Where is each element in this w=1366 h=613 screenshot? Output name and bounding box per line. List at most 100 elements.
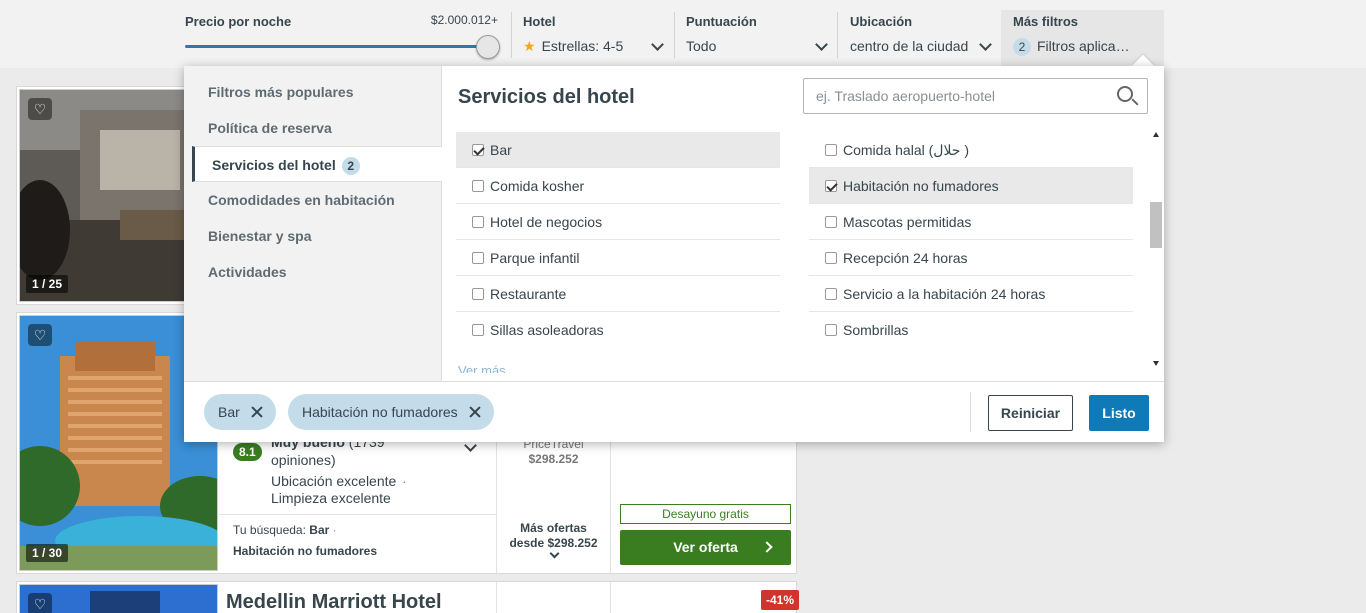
checkbox[interactable] bbox=[825, 324, 837, 336]
sidebar-item-activities[interactable]: Actividades bbox=[184, 254, 442, 290]
rating-filter-dropdown[interactable]: Puntuación Todo bbox=[686, 10, 828, 66]
review-count-suffix: opiniones) bbox=[271, 452, 336, 468]
rating-filter-label: Puntuación bbox=[686, 14, 757, 29]
checkbox[interactable] bbox=[825, 180, 837, 192]
sidebar-item-booking-policy[interactable]: Política de reserva bbox=[184, 110, 442, 146]
option-parasols[interactable]: Sombrillas bbox=[809, 312, 1133, 348]
chevron-down-icon bbox=[979, 38, 992, 51]
discount-badge: -41% bbox=[761, 590, 800, 610]
checkbox[interactable] bbox=[472, 180, 484, 192]
reset-button[interactable]: Reiniciar bbox=[988, 395, 1073, 431]
more-offers-link[interactable]: Más ofertas bbox=[497, 521, 610, 535]
popover-title: Servicios del hotel bbox=[458, 86, 635, 108]
sidebar-item-hotel-services[interactable]: Servicios del hotel 2 bbox=[192, 146, 442, 182]
price-max-value: $2.000.012+ bbox=[430, 13, 498, 27]
hotel-filter-label: Hotel bbox=[523, 14, 556, 29]
divider bbox=[837, 12, 838, 58]
option-restaurant[interactable]: Restaurante bbox=[456, 276, 780, 312]
sidebar-item-popular[interactable]: Filtros más populares bbox=[184, 74, 442, 110]
option-halal[interactable]: Comida halal (حلال ) bbox=[809, 132, 1133, 168]
more-filters-count-badge: 2 bbox=[1013, 38, 1031, 56]
favorite-heart-icon[interactable]: ♡ bbox=[28, 98, 52, 120]
filter-bar: Precio por noche $2.000.012+ Hotel ★ Estr… bbox=[0, 0, 1366, 68]
hotel-card: ♡ Medellin Marriott Hotel -41% bbox=[16, 581, 800, 613]
price-slider-handle[interactable] bbox=[476, 35, 500, 59]
view-deal-button[interactable]: Ver oferta bbox=[620, 530, 791, 565]
hotel-photo[interactable]: ♡ bbox=[19, 584, 218, 613]
breakfast-badge: Desayuno gratis bbox=[620, 504, 791, 524]
scroll-down-arrow-icon[interactable] bbox=[1153, 361, 1159, 366]
option-24h-reception[interactable]: Recepción 24 horas bbox=[809, 240, 1133, 276]
option-pets-allowed[interactable]: Mascotas permitidas bbox=[809, 204, 1133, 240]
popover-footer: Bar Habitación no fumadores Reiniciar Li… bbox=[184, 381, 1164, 442]
sidebar-count-badge: 2 bbox=[341, 157, 360, 175]
search-icon[interactable] bbox=[1117, 86, 1133, 102]
divider bbox=[674, 12, 675, 58]
checkbox[interactable] bbox=[472, 324, 484, 336]
done-button[interactable]: Listo bbox=[1089, 395, 1149, 431]
price-filter: Precio por noche $2.000.012+ bbox=[185, 10, 500, 66]
divider bbox=[511, 12, 512, 58]
option-kosher[interactable]: Comida kosher bbox=[456, 168, 780, 204]
checkbox[interactable] bbox=[825, 252, 837, 264]
provider-price: $298.252 bbox=[528, 452, 579, 466]
more-filters-value: Filtros aplica… bbox=[1037, 38, 1130, 54]
more-filters-popover: Filtros más populares Política de reserv… bbox=[184, 66, 1164, 442]
hotel-filter-value: Estrellas: 4-5 bbox=[541, 38, 624, 54]
chevron-down-icon bbox=[815, 38, 828, 51]
checkbox[interactable] bbox=[825, 144, 837, 156]
star-icon: ★ bbox=[523, 38, 536, 54]
favorite-heart-icon[interactable]: ♡ bbox=[28, 593, 52, 613]
close-icon[interactable] bbox=[468, 405, 482, 419]
sidebar-item-wellness-spa[interactable]: Bienestar y spa bbox=[184, 218, 442, 254]
chevron-down-icon[interactable] bbox=[549, 548, 560, 559]
services-column-1: Bar Comida kosher Hotel de negocios Parq… bbox=[456, 132, 780, 348]
checkbox[interactable] bbox=[472, 288, 484, 300]
active-filter-chip: Bar bbox=[204, 394, 276, 430]
search-term: Habitación no fumadores bbox=[233, 544, 378, 558]
divider bbox=[970, 392, 971, 432]
hotel-name[interactable]: Medellin Marriott Hotel bbox=[226, 591, 442, 613]
sidebar-item-room-amenities[interactable]: Comodidades en habitación bbox=[184, 182, 442, 218]
search-term: Bar bbox=[309, 523, 330, 537]
services-column-2: Comida halal (حلال ) Habitación no fumad… bbox=[809, 132, 1133, 348]
image-counter: 1 / 30 bbox=[26, 544, 69, 562]
highlight-item: Ubicación excelente bbox=[271, 473, 397, 489]
bullet-separator: · bbox=[402, 473, 407, 489]
price-slider-track[interactable] bbox=[185, 45, 490, 48]
favorite-heart-icon[interactable]: ♡ bbox=[28, 324, 52, 346]
location-filter-dropdown[interactable]: Ubicación centro de la ciudad bbox=[850, 10, 992, 66]
checkbox[interactable] bbox=[825, 216, 837, 228]
checkbox[interactable] bbox=[472, 216, 484, 228]
option-business-hotel[interactable]: Hotel de negocios bbox=[456, 204, 780, 240]
close-icon[interactable] bbox=[250, 405, 264, 419]
option-non-smoking[interactable]: Habitación no fumadores bbox=[809, 168, 1133, 204]
filter-category-sidebar: Filtros más populares Política de reserv… bbox=[184, 66, 442, 381]
option-bar[interactable]: Bar bbox=[456, 132, 780, 168]
divider bbox=[610, 433, 611, 575]
see-more-link[interactable]: Ver más bbox=[458, 363, 506, 373]
checkbox[interactable] bbox=[472, 252, 484, 264]
image-counter: 1 / 25 bbox=[26, 275, 69, 293]
highlight-item: Limpieza excelente bbox=[271, 490, 391, 506]
checkbox[interactable] bbox=[825, 288, 837, 300]
chevron-down-icon bbox=[651, 38, 664, 51]
options-scrollbar[interactable] bbox=[1150, 132, 1162, 372]
checkbox[interactable] bbox=[472, 144, 484, 156]
hotel-filter-dropdown[interactable]: Hotel ★ Estrellas: 4-5 bbox=[523, 10, 665, 66]
option-sun-loungers[interactable]: Sillas asoleadoras bbox=[456, 312, 780, 348]
rating-filter-value: Todo bbox=[686, 38, 717, 54]
price-filter-label: Precio por noche bbox=[185, 14, 292, 29]
option-24h-room-service[interactable]: Servicio a la habitación 24 horas bbox=[809, 276, 1133, 312]
scrollbar-thumb[interactable] bbox=[1150, 202, 1162, 248]
search-terms-label: Tu búsqueda: bbox=[233, 523, 306, 537]
option-playground[interactable]: Parque infantil bbox=[456, 240, 780, 276]
divider bbox=[219, 514, 496, 515]
rating-score-badge: 8.1 bbox=[233, 443, 262, 461]
location-filter-label: Ubicación bbox=[850, 14, 913, 29]
services-search-input[interactable] bbox=[803, 78, 1148, 114]
divider bbox=[496, 582, 497, 613]
more-filters: Más filtros 2 Filtros aplica… bbox=[1013, 10, 1158, 66]
more-filters-label: Más filtros bbox=[1013, 14, 1079, 29]
scroll-up-arrow-icon[interactable] bbox=[1153, 132, 1159, 137]
